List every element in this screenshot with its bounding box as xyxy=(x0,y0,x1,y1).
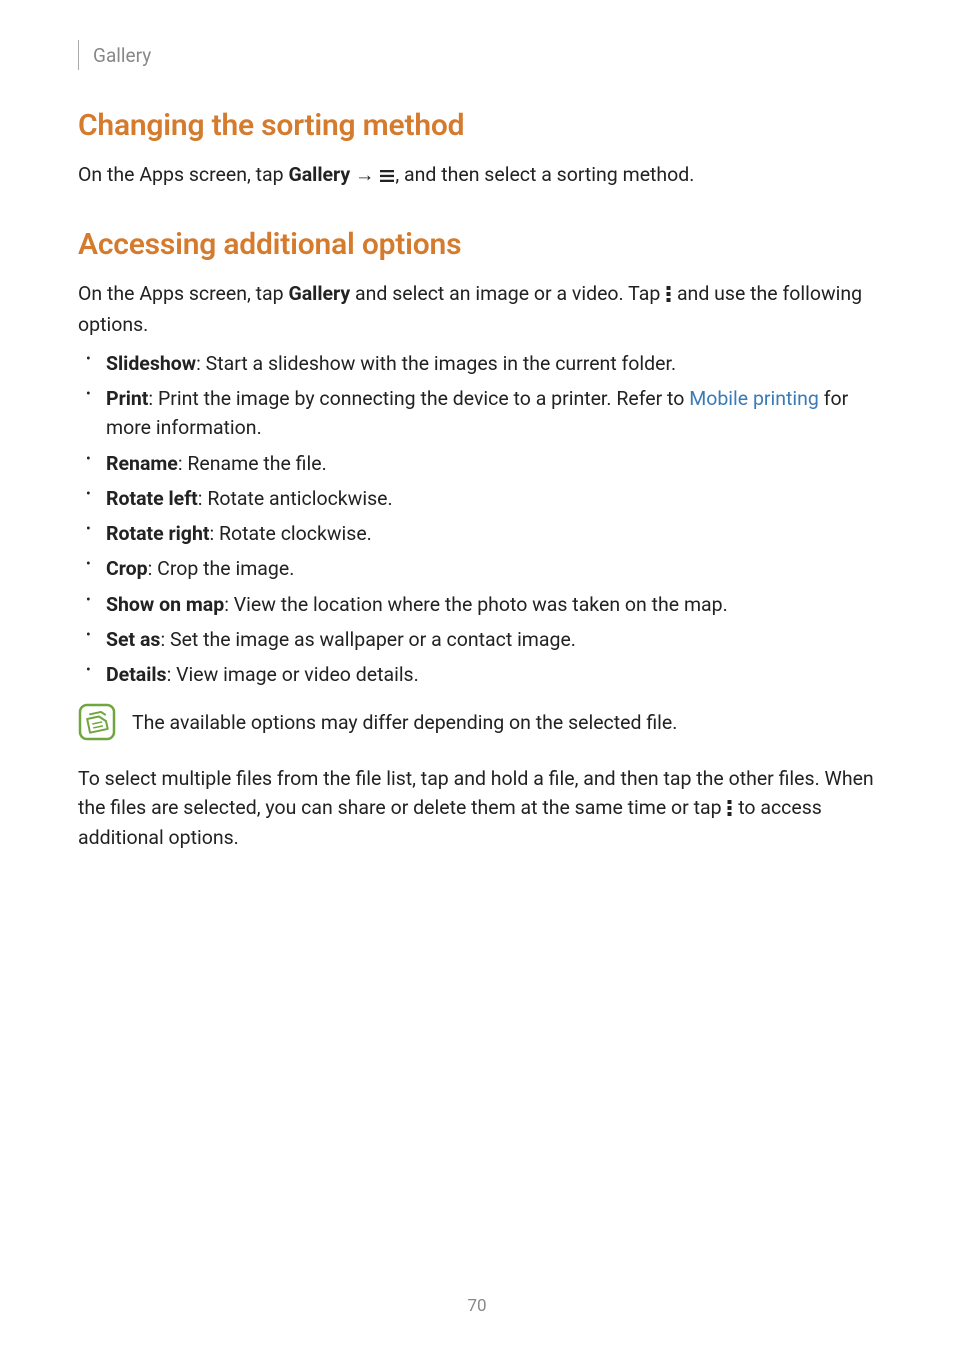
section-name: Gallery xyxy=(93,44,151,67)
item-label: Set as xyxy=(106,628,160,651)
item-label: Print xyxy=(106,387,148,410)
options-list: Slideshow: Start a slideshow with the im… xyxy=(78,349,876,690)
menu-icon xyxy=(380,163,394,191)
options-intro-mid: and select an image or a video. Tap xyxy=(350,282,665,305)
sorting-body: On the Apps screen, tap Gallery → , and … xyxy=(78,161,876,191)
item-desc: : View the location where the photo was … xyxy=(224,593,728,616)
item-label: Rotate right xyxy=(106,522,209,545)
options-intro-pre: On the Apps screen, tap xyxy=(78,282,288,305)
list-item: Slideshow: Start a slideshow with the im… xyxy=(106,349,876,378)
more-options-icon xyxy=(666,282,671,310)
note-callout: The available options may differ dependi… xyxy=(78,703,876,741)
item-desc: : Rename the file. xyxy=(178,452,327,475)
item-desc-pre: : Print the image by connecting the devi… xyxy=(148,387,689,410)
item-label: Slideshow xyxy=(106,352,196,375)
list-item: Rotate left: Rotate anticlockwise. xyxy=(106,484,876,513)
item-desc: : Rotate clockwise. xyxy=(209,522,371,545)
item-desc: : Rotate anticlockwise. xyxy=(198,487,393,510)
item-label: Rotate left xyxy=(106,487,198,510)
list-item: Rename: Rename the file. xyxy=(106,449,876,478)
sorting-text-pre: On the Apps screen, tap xyxy=(78,163,288,186)
heading-options: Accessing additional options xyxy=(78,227,876,262)
item-desc: : Crop the image. xyxy=(148,557,295,580)
list-item: Crop: Crop the image. xyxy=(106,554,876,583)
item-label: Crop xyxy=(106,557,148,580)
item-desc: : Start a slideshow with the images in t… xyxy=(196,352,676,375)
note-text: The available options may differ dependi… xyxy=(132,709,677,736)
list-item: Details: View image or video details. xyxy=(106,660,876,689)
list-item: Set as: Set the image as wallpaper or a … xyxy=(106,625,876,654)
item-label: Show on map xyxy=(106,593,224,616)
list-item: Print: Print the image by connecting the… xyxy=(106,384,876,443)
item-label: Details xyxy=(106,663,167,686)
item-label: Rename xyxy=(106,452,178,475)
list-item: Show on map: View the location where the… xyxy=(106,590,876,619)
sorting-text-gallery: Gallery xyxy=(288,163,350,186)
heading-sorting: Changing the sorting method xyxy=(78,108,876,143)
note-icon xyxy=(78,703,116,741)
link-mobile-printing[interactable]: Mobile printing xyxy=(689,387,819,410)
item-desc: : View image or video details. xyxy=(167,663,419,686)
list-item: Rotate right: Rotate clockwise. xyxy=(106,519,876,548)
page-number: 70 xyxy=(0,1296,954,1316)
header-section-bar: Gallery xyxy=(78,40,876,70)
options-intro: On the Apps screen, tap Gallery and sele… xyxy=(78,280,876,339)
multi-select-body: To select multiple files from the file l… xyxy=(78,765,876,852)
section-sorting: Changing the sorting method On the Apps … xyxy=(78,108,876,191)
more-options-icon xyxy=(727,796,732,824)
sorting-text-post: , and then select a sorting method. xyxy=(395,163,694,186)
section-options: Accessing additional options On the Apps… xyxy=(78,227,876,852)
arrow-text: → xyxy=(350,163,379,186)
options-intro-gallery: Gallery xyxy=(288,282,350,305)
item-desc: : Set the image as wallpaper or a contac… xyxy=(160,628,576,651)
